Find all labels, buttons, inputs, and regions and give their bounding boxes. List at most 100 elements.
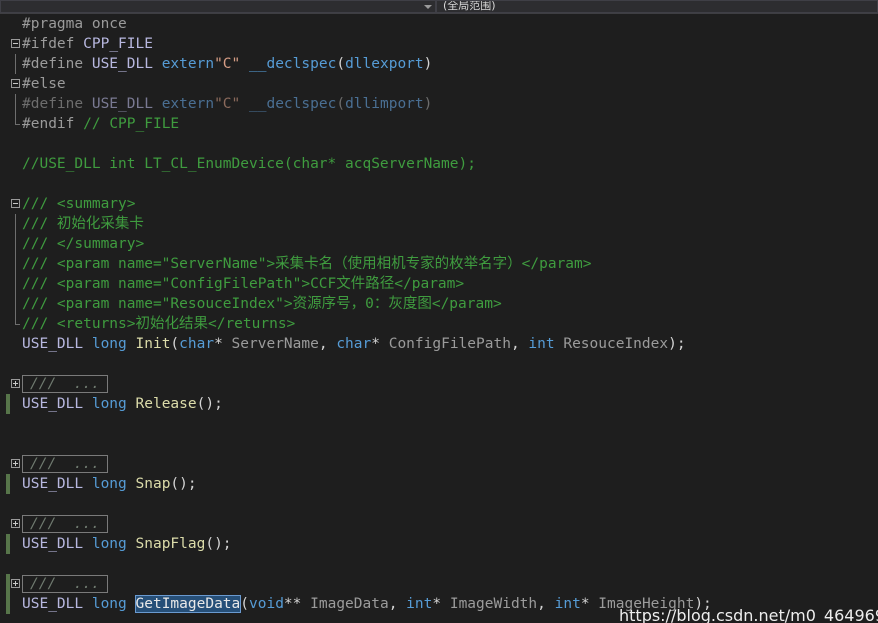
code-line[interactable]: #ifdef CPP_FILE (0, 34, 878, 54)
code-token: (); (196, 396, 223, 412)
member-scope-dropdown[interactable]: (全局范围) (436, 0, 878, 13)
line-change-indicator (6, 594, 10, 614)
code-line[interactable] (0, 494, 878, 514)
code-line[interactable]: /// <param name="ConfigFilePath">CCF文件路径… (0, 274, 878, 294)
code-line[interactable]: /// </summary> (0, 234, 878, 254)
outline-expand-icon[interactable] (11, 579, 20, 588)
code-line[interactable]: #else (0, 74, 878, 94)
outline-collapse-icon[interactable] (11, 79, 20, 88)
code-line-text: #define USE_DLL extern"C" __declspec(dll… (22, 54, 432, 74)
code-token: ServerName (231, 336, 319, 352)
code-line[interactable]: /// ... (0, 514, 878, 534)
code-token: #endif (22, 116, 75, 132)
code-token: long (91, 596, 127, 612)
outline-collapse-icon[interactable] (11, 199, 20, 208)
code-line-text: USE_DLL long Snap(); (22, 474, 197, 494)
code-token: ) (423, 96, 433, 112)
file-scope-dropdown[interactable] (0, 0, 436, 13)
line-change-indicator (6, 474, 10, 494)
code-line[interactable] (0, 434, 878, 454)
outline-guide-line (15, 94, 16, 114)
code-token: USE_DLL (22, 536, 84, 552)
code-token: int (554, 596, 581, 612)
code-token: long (91, 336, 127, 352)
outline-expand-icon[interactable] (11, 459, 20, 468)
code-line[interactable]: /// <param name="ServerName">采集卡名（使用相机专家… (0, 254, 878, 274)
collapsed-region-box[interactable]: /// ... (22, 455, 108, 473)
code-line-text: #define USE_DLL extern"C" __declspec(dll… (22, 94, 432, 114)
code-token: // CPP_FILE (83, 116, 180, 132)
code-token: /// </summary> (22, 236, 145, 252)
code-line[interactable]: USE_DLL long GetImageData(void** ImageDa… (0, 594, 878, 614)
chevron-down-icon[interactable] (424, 5, 432, 9)
code-token: /// <param name="ConfigFilePath">CCF文件路径… (22, 276, 465, 292)
code-line[interactable] (0, 414, 878, 434)
code-line-text: #endif // CPP_FILE (22, 114, 179, 134)
code-token: * (214, 336, 232, 352)
code-token: Release (135, 396, 197, 412)
line-change-indicator (6, 574, 10, 594)
code-token: SnapFlag (135, 536, 206, 552)
code-token: Init (135, 336, 171, 352)
code-token: extern (161, 96, 215, 112)
code-line[interactable]: USE_DLL long Snap(); (0, 474, 878, 494)
collapsed-region-box[interactable]: /// ... (22, 515, 108, 533)
code-token: dllimport (345, 96, 424, 112)
code-line[interactable]: /// ... (0, 374, 878, 394)
code-line[interactable]: USE_DLL long Init(char* ServerName, char… (0, 334, 878, 354)
code-token: //USE_DLL int LT_CL_EnumDevice(char* acq… (22, 156, 476, 172)
collapsed-region-box[interactable]: /// ... (22, 575, 108, 593)
code-token: long (91, 536, 127, 552)
code-line-text: /// <param name="ConfigFilePath">CCF文件路径… (22, 274, 464, 294)
code-token: char (179, 336, 215, 352)
code-token: ConfigFilePath (388, 336, 511, 352)
code-line[interactable] (0, 134, 878, 154)
code-line-text: /// <summary> (22, 194, 136, 214)
code-line[interactable]: USE_DLL long SnapFlag(); (0, 534, 878, 554)
line-change-indicator (6, 394, 10, 414)
code-line-text: USE_DLL long SnapFlag(); (22, 534, 232, 554)
code-line[interactable]: /// 初始化采集卡 (0, 214, 878, 234)
code-line-text: //USE_DLL int LT_CL_EnumDevice(char* acq… (22, 154, 476, 174)
code-line[interactable]: USE_DLL long Release(); (0, 394, 878, 414)
code-line-text: #pragma once (22, 14, 127, 34)
code-line[interactable]: #define USE_DLL extern"C" __declspec(dll… (0, 54, 878, 74)
code-token: #pragma once (22, 16, 127, 32)
code-line[interactable]: /// ... (0, 454, 878, 474)
code-line[interactable] (0, 354, 878, 374)
code-token: , (510, 336, 529, 352)
member-scope-value: (全局范围) (443, 0, 496, 12)
code-line-text: USE_DLL long GetImageData(void** ImageDa… (22, 594, 712, 614)
code-line[interactable] (0, 554, 878, 574)
code-token: ( (336, 56, 346, 72)
code-line[interactable]: /// <param name="ResouceIndex">资源序号，0：灰度… (0, 294, 878, 314)
code-line[interactable]: /// ... (0, 574, 878, 594)
code-line[interactable]: #endif // CPP_FILE (0, 114, 878, 134)
code-line[interactable]: #pragma once (0, 14, 878, 34)
code-line[interactable]: //USE_DLL int LT_CL_EnumDevice(char* acq… (0, 154, 878, 174)
code-token: USE_DLL (22, 596, 84, 612)
outline-guide-line (15, 234, 16, 254)
code-line[interactable]: /// <summary> (0, 194, 878, 214)
code-token: USE_DLL (22, 476, 84, 492)
collapsed-region-box[interactable]: /// ... (22, 375, 108, 393)
code-token: dllexport (345, 56, 424, 72)
outline-expand-icon[interactable] (11, 519, 20, 528)
code-editor-surface[interactable]: #pragma once #ifdef CPP_FILE #define USE_D… (0, 14, 878, 623)
code-token: ** (283, 596, 311, 612)
code-line[interactable] (0, 174, 878, 194)
code-token: "C" (214, 56, 241, 72)
code-text-area[interactable]: #pragma once #ifdef CPP_FILE #define USE_D… (0, 14, 878, 623)
outline-expand-icon[interactable] (11, 379, 20, 388)
code-line[interactable]: /// <returns>初始化结果</returns> (0, 314, 878, 334)
outline-collapse-icon[interactable] (11, 39, 20, 48)
selected-identifier[interactable]: GetImageData (134, 595, 242, 613)
code-line[interactable]: #define USE_DLL extern"C" __declspec(dll… (0, 94, 878, 114)
